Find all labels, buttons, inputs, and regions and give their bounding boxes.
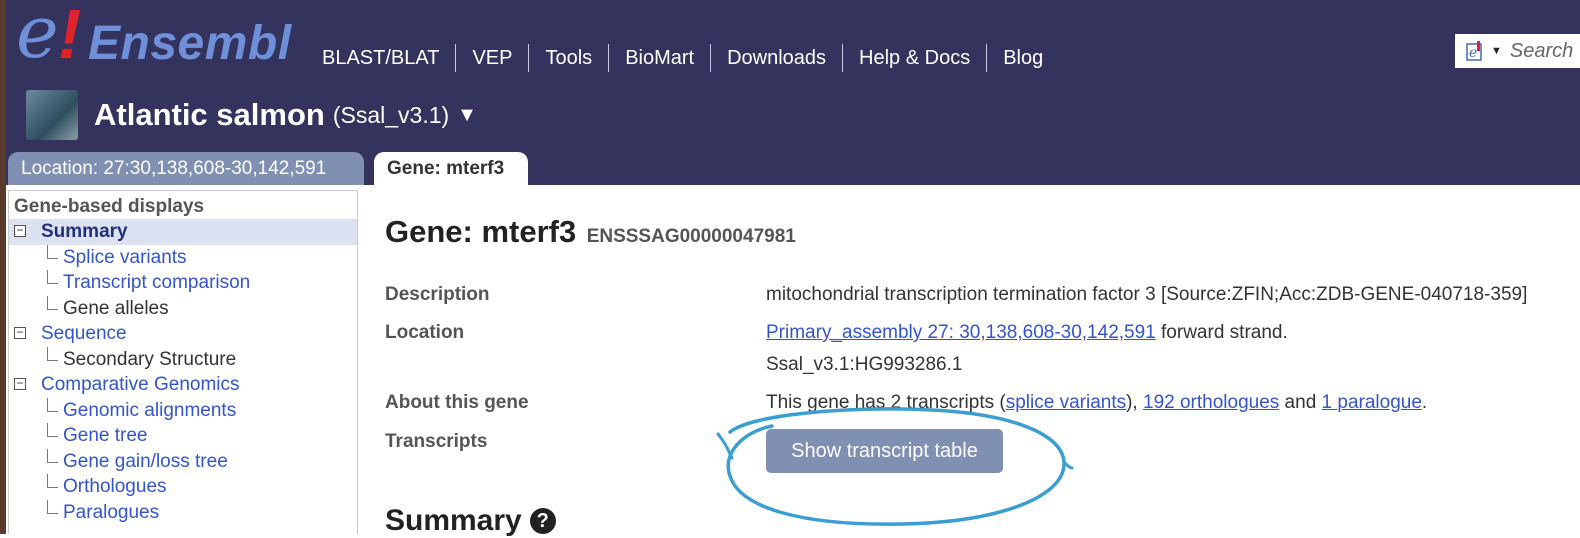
sidebar-item-label: Paralogues [63,501,160,523]
about-mid1: ), [1126,392,1143,413]
collapse-icon[interactable]: − [14,377,26,390]
sidebar-item-paralogues[interactable]: Paralogues [9,499,357,526]
sidebar-item-label: Sequence [41,323,127,344]
sidebar-item-comparative-genomics[interactable]: − Comparative Genomics [9,372,357,398]
svg-text:e: e [1469,45,1477,61]
sidebar-item-label: Orthologues [63,476,167,497]
sidebar-item-gene-gain-loss-tree[interactable]: Gene gain/loss tree [9,448,357,475]
tree-branch [47,295,58,310]
nav-help-docs[interactable]: Help & Docs [842,44,986,72]
paralogue-link[interactable]: 1 paralogue [1322,392,1422,413]
nav-blast[interactable]: BLAST/BLAT [306,44,455,72]
nav-downloads[interactable]: Downloads [710,44,842,72]
location-link[interactable]: Primary_assembly 27: 30,138,608-30,142,5… [766,322,1156,343]
sidebar-item-orthologues[interactable]: Orthologues [9,474,357,500]
location-suffix: forward strand. [1155,322,1288,343]
species-name: Atlantic salmon [94,97,325,132]
sidebar-item-splice-variants[interactable]: Splice variants [9,244,357,271]
chevron-down-icon[interactable]: ▼ [1491,45,1502,57]
sidebar: Gene-based displays − Summary Splice varia… [8,190,358,534]
sidebar-item-label: Splice variants [63,246,187,268]
summary-title: Summary [385,504,522,537]
page-title: Gene: mterf3 ENSSSAG00000047981 [385,214,796,250]
top-nav: BLAST/BLAT VEP Tools BioMart Downloads H… [306,44,1059,72]
sidebar-list: − Summary Splice variants Transcript compar… [9,219,357,525]
about-suffix: . [1421,392,1428,413]
sidebar-item-label: Genomic alignments [63,399,237,421]
species-image [26,90,78,140]
about-mid2: and [1279,392,1322,413]
about-label: About this gene [385,392,529,413]
collapse-icon[interactable]: − [14,224,26,237]
sidebar-item-gene-tree[interactable]: Gene tree [9,423,357,449]
logo-bang: ! [58,0,82,73]
nav-biomart[interactable]: BioMart [608,44,710,72]
location-value: Primary_assembly 27: 30,138,608-30,142,5… [766,322,1288,344]
gene-title: Gene: mterf3 [385,214,577,249]
tree-branch [47,474,58,488]
tab-location[interactable]: Location: 27:30,138,608-30,142,591 [8,152,364,185]
logo-word: Ensembl [88,17,292,70]
tree-branch [47,397,58,412]
sidebar-item-label: Comparative Genomics [41,374,240,395]
search-input[interactable]: Search [1510,40,1573,63]
sidebar-heading: Gene-based displays [14,196,205,217]
location-label: Location [385,322,465,343]
sidebar-item-transcript-comparison[interactable]: Transcript comparison [9,270,357,296]
nav-blog[interactable]: Blog [986,44,1059,72]
species-dropdown-icon[interactable]: ▼ [457,104,477,127]
annotation-circle [716,407,1074,526]
transcripts-label: Transcripts [385,431,488,452]
search-box[interactable]: e ▼ Search [1455,34,1580,68]
collapse-icon[interactable]: − [14,326,26,339]
tree-branch [47,244,58,259]
location-region: Ssal_v3.1:HG993286.1 [766,354,963,375]
species-bar: Atlantic salmon (Ssal_v3.1) ▼ [26,90,477,140]
sidebar-item-label: Gene tree [63,425,148,446]
tree-branch [47,270,58,284]
tab-gene[interactable]: Gene: mterf3 [374,152,528,185]
sidebar-item-gene-alleles: Gene alleles [9,295,357,322]
sidebar-item-genomic-alignments[interactable]: Genomic alignments [9,397,357,424]
sidebar-item-label: Transcript comparison [63,272,251,293]
gene-stable-id: ENSSSAG00000047981 [586,226,796,247]
description-value: mitochondrial transcription termination … [766,284,1528,305]
logo-e: e [16,0,59,74]
sidebar-item-label: Gene gain/loss tree [63,450,228,472]
search-species-icon[interactable]: e [1463,39,1489,63]
nav-tools[interactable]: Tools [528,44,608,72]
tree-branch [47,423,58,437]
sidebar-item-label: Gene alleles [63,297,169,319]
sidebar-item-label: Summary [41,221,128,242]
species-assembly[interactable]: (Ssal_v3.1) [333,102,449,129]
tree-branch [47,346,58,361]
summary-heading: Summary ? [385,504,556,538]
tree-branch [47,448,58,463]
sidebar-item-sequence[interactable]: − Sequence [9,321,357,347]
help-icon[interactable]: ? [529,508,556,534]
tree-branch [47,499,58,514]
sidebar-item-secondary-structure: Secondary Structure [9,346,357,373]
nav-vep[interactable]: VEP [455,44,528,72]
sidebar-item-label: Secondary Structure [63,348,237,370]
sidebar-item-summary[interactable]: − Summary [9,219,357,245]
description-label: Description [385,284,490,305]
orthologues-link[interactable]: 192 orthologues [1143,392,1279,413]
